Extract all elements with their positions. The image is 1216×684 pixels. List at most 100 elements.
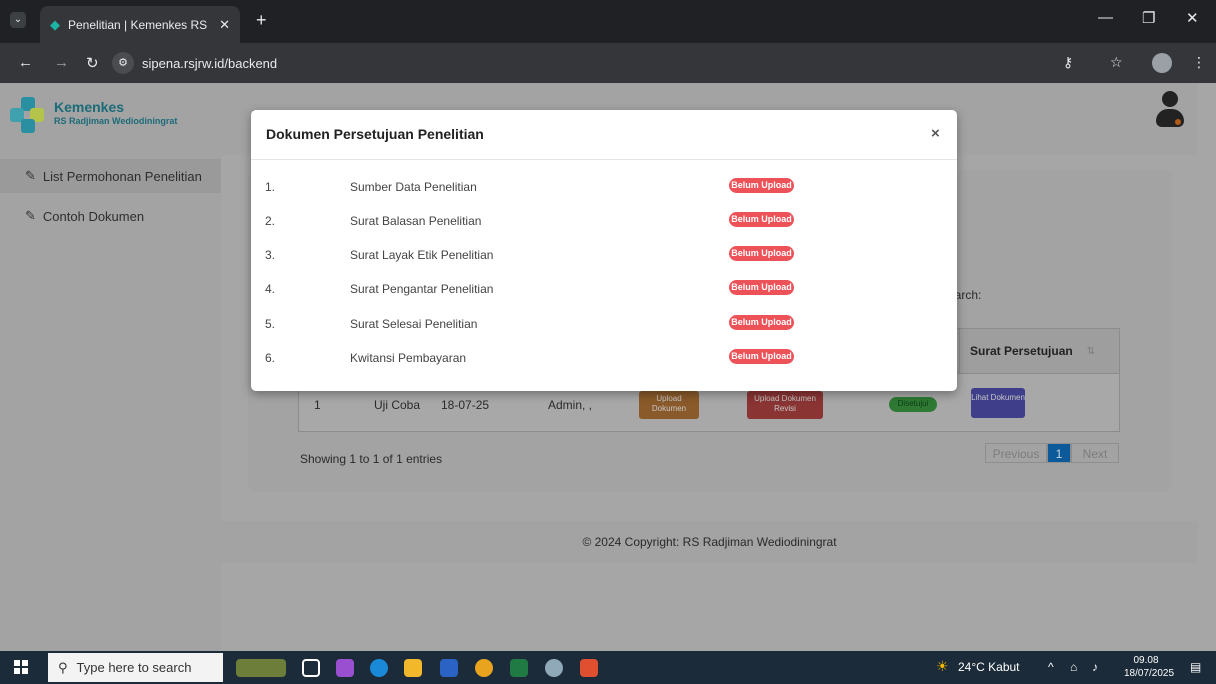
menu-dots-icon[interactable]: ⋮	[1192, 54, 1206, 71]
app-icon[interactable]	[580, 659, 598, 677]
chrome-icon[interactable]	[475, 659, 493, 677]
item-name: Sumber Data Penelitian	[350, 180, 477, 194]
site-info-icon[interactable]: ⚙	[112, 52, 134, 74]
browser-tab[interactable]: ◆ Penelitian | Kemenkes RS Radjiman Wedi…	[40, 6, 240, 43]
entries-info: Showing 1 to 1 of 1 entries	[300, 452, 443, 466]
sidebar-item-list-permohonan[interactable]: ✎ List Permohonan Penelitian	[0, 159, 221, 193]
tab-title: Penelitian | Kemenkes RS Radjiman Wediod…	[68, 17, 211, 32]
sidebar-item-contoh-dokumen[interactable]: ✎ Contoh Dokumen	[0, 199, 221, 233]
pager-previous[interactable]: Previous	[985, 443, 1047, 463]
list-item: 2. Surat Balasan Penelitian Belum Upload	[251, 203, 957, 237]
minimize-icon[interactable]: —	[1098, 9, 1113, 26]
excel-icon[interactable]	[510, 659, 528, 677]
speaker-icon[interactable]: ♪	[1092, 660, 1098, 674]
tab-search-icon[interactable]: ⌄	[10, 12, 26, 28]
item-name: Kwitansi Pembayaran	[350, 351, 467, 365]
list-item: 1. Sumber Data Penelitian Belum Upload	[251, 169, 957, 203]
word-icon[interactable]	[440, 659, 458, 677]
taskbar-search-placeholder: Type here to search	[76, 660, 192, 675]
edit-icon: ✎	[25, 208, 36, 223]
cell-no: 1	[314, 398, 321, 412]
item-name: Surat Pengantar Penelitian	[350, 282, 494, 296]
status-badge: Belum Upload	[729, 212, 794, 227]
item-number: 4.	[265, 282, 276, 296]
edit-icon: ✎	[25, 168, 36, 183]
bookmark-star-icon[interactable]: ☆	[1110, 54, 1123, 71]
clock-date: 18/07/2025	[1124, 668, 1175, 679]
weather-text[interactable]: 24°C Kabut	[958, 660, 1020, 674]
item-number: 1.	[265, 180, 276, 194]
item-number: 2.	[265, 214, 276, 228]
browser-titlebar: ⌄ ◆ Penelitian | Kemenkes RS Radjiman We…	[0, 0, 1216, 43]
password-key-icon[interactable]: ⚷	[1063, 54, 1073, 71]
file-explorer-icon[interactable]	[404, 659, 422, 677]
column-header-surat-persetujuan[interactable]: Surat Persetujuan ⇅	[959, 329, 1119, 373]
sort-icon: ⇅	[1086, 345, 1096, 357]
status-badge: Belum Upload	[729, 315, 794, 330]
item-name: Surat Selesai Penelitian	[350, 317, 478, 331]
favicon-icon: ◆	[50, 16, 60, 32]
upload-revisi-button[interactable]: Upload Dokumen Revisi	[747, 391, 823, 419]
dokumen-persetujuan-modal: Dokumen Persetujuan Penelitian × 1. Sumb…	[251, 110, 957, 391]
profile-icon[interactable]	[1152, 53, 1172, 73]
kemenkes-logo-mark	[10, 97, 46, 133]
new-tab-button[interactable]: +	[256, 10, 267, 31]
news-widget-icon[interactable]	[236, 659, 286, 677]
edge-icon[interactable]	[370, 659, 388, 677]
status-badge: Belum Upload	[729, 246, 794, 261]
restore-icon[interactable]: ❐	[1142, 9, 1155, 27]
cell-tanggal: 18-07-25	[441, 398, 490, 412]
reload-icon[interactable]: ↻	[86, 54, 99, 72]
list-item: 4. Surat Pengantar Penelitian Belum Uplo…	[251, 271, 957, 305]
cell-peneliti: Admin, ,	[548, 398, 593, 412]
sidebar-item-label: List Permohonan Penelitian	[42, 168, 202, 184]
taskbar-clock[interactable]: 09.08 18/07/2025	[1124, 654, 1175, 680]
list-item: 6. Kwitansi Pembayaran Belum Upload	[251, 340, 957, 374]
item-number: 6.	[265, 351, 276, 365]
sidebar-item-label: Contoh Dokumen	[42, 208, 145, 224]
list-item: 3. Surat Layak Etik Penelitian Belum Upl…	[251, 237, 957, 271]
modal-divider	[251, 159, 957, 160]
taskbar-search-input[interactable]: ⚲ Type here to search	[48, 653, 223, 682]
user-avatar-icon[interactable]	[1155, 91, 1185, 129]
windows-start-icon[interactable]	[14, 660, 28, 674]
lihat-dokumen-button[interactable]: Lihat Dokumen	[971, 388, 1025, 418]
network-icon[interactable]: ⌂	[1070, 660, 1077, 674]
kemenkes-logo[interactable]: Kemenkes RS Radjiman Wediodiningrat	[10, 95, 210, 135]
task-view-icon[interactable]	[302, 659, 320, 677]
item-name: Surat Layak Etik Penelitian	[350, 248, 494, 262]
modal-close-icon[interactable]: ×	[931, 125, 940, 142]
pager-next[interactable]: Next	[1071, 443, 1119, 463]
clock-time: 09.08	[1133, 655, 1159, 666]
window-close-icon[interactable]: ✕	[1186, 9, 1199, 27]
list-item: 5. Surat Selesai Penelitian Belum Upload	[251, 306, 957, 340]
status-badge: Disetujui	[889, 397, 937, 412]
omnibox[interactable]: ⚙ sipena.rsjrw.id/backend	[112, 48, 1142, 78]
windows-taskbar: ⚲ Type here to search ☀ 24°C Kabut ^ ⌂ ♪…	[0, 651, 1216, 684]
item-number: 3.	[265, 248, 276, 262]
status-badge: Belum Upload	[729, 280, 794, 295]
back-icon[interactable]: ←	[18, 54, 33, 71]
forward-icon[interactable]: →	[54, 54, 69, 71]
logo-subtitle: RS Radjiman Wediodiningrat	[54, 116, 178, 126]
page-footer: © 2024 Copyright: RS Radjiman Wediodinin…	[221, 521, 1198, 563]
item-name: Surat Balasan Penelitian	[350, 214, 482, 228]
logo-title: Kemenkes	[54, 99, 125, 115]
chrome-profile-icon[interactable]	[545, 659, 563, 677]
search-icon: ⚲	[58, 659, 68, 675]
pager-page-1[interactable]: 1	[1047, 443, 1071, 463]
status-badge: Belum Upload	[729, 178, 794, 193]
notification-icon[interactable]: ▤	[1190, 660, 1201, 674]
tray-chevron-icon[interactable]: ^	[1048, 660, 1054, 674]
sidebar: Kemenkes RS Radjiman Wediodiningrat ✎ Li…	[0, 83, 221, 651]
upload-dokumen-button[interactable]: Upload Dokumen	[639, 391, 699, 419]
address-bar: ← → ↻ ⚙ sipena.rsjrw.id/backend ⚷ ☆ ⋮	[0, 43, 1216, 83]
modal-title: Dokumen Persetujuan Penelitian	[266, 126, 484, 142]
status-badge: Belum Upload	[729, 349, 794, 364]
item-number: 5.	[265, 317, 276, 331]
cell-judul: Uji Coba	[374, 398, 421, 412]
url-text: sipena.rsjrw.id/backend	[142, 55, 278, 71]
copilot-icon[interactable]	[336, 659, 354, 677]
tab-close-icon[interactable]: ✕	[219, 17, 230, 33]
weather-icon: ☀	[936, 658, 949, 674]
